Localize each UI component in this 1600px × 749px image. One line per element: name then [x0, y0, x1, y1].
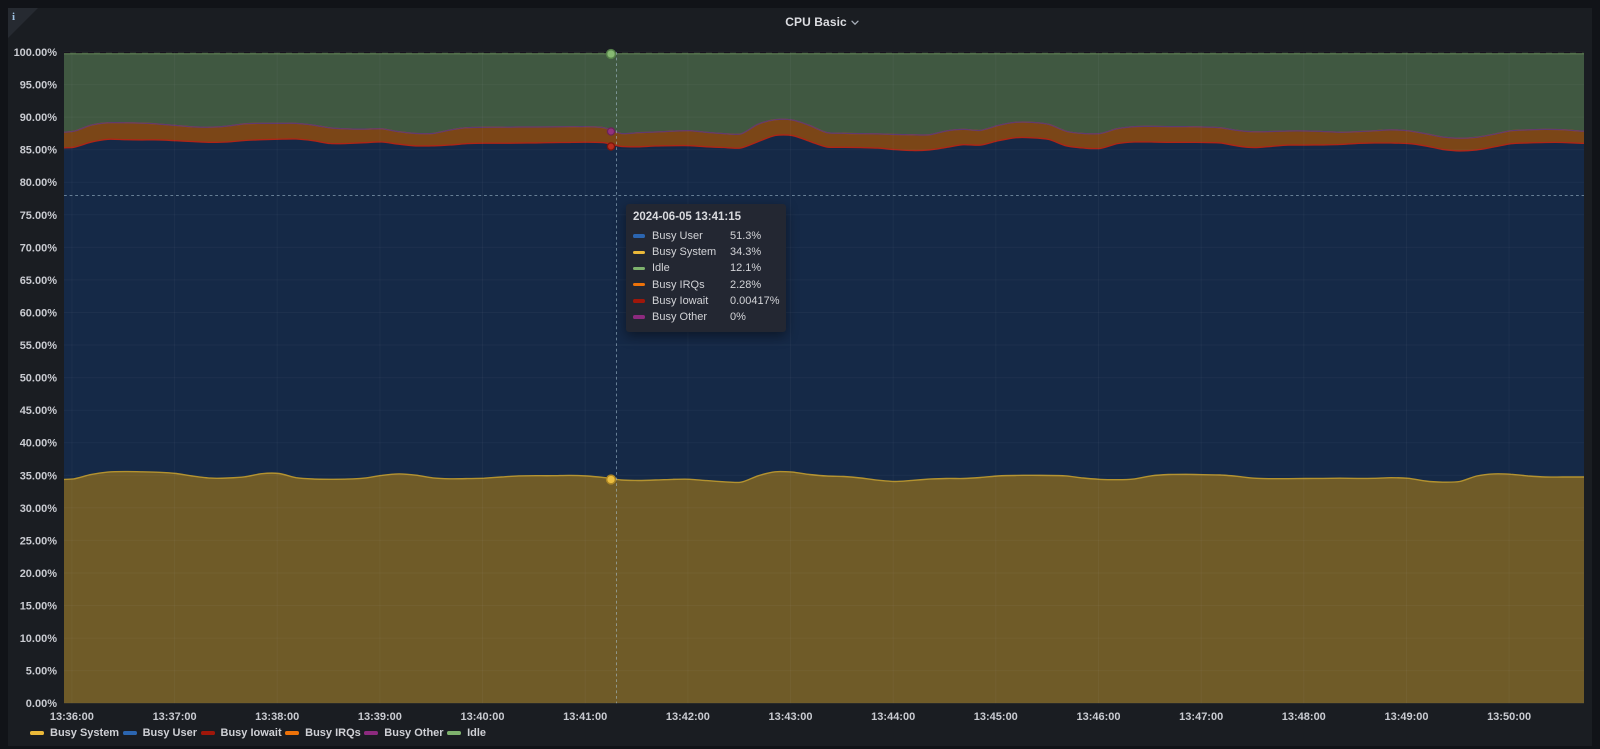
svg-text:13:41:00: 13:41:00 [563, 711, 607, 723]
svg-text:45.00%: 45.00% [20, 405, 58, 417]
svg-text:10.00%: 10.00% [20, 633, 58, 645]
svg-text:100.00%: 100.00% [14, 47, 58, 59]
svg-text:13:50:00: 13:50:00 [1487, 711, 1531, 723]
svg-text:65.00%: 65.00% [20, 275, 58, 287]
svg-text:13:36:00: 13:36:00 [50, 711, 94, 723]
svg-text:85.00%: 85.00% [20, 145, 58, 157]
svg-text:20.00%: 20.00% [20, 568, 58, 580]
svg-text:13:42:00: 13:42:00 [666, 711, 710, 723]
svg-text:50.00%: 50.00% [20, 373, 58, 385]
svg-text:13:38:00: 13:38:00 [255, 711, 299, 723]
svg-text:13:45:00: 13:45:00 [974, 711, 1018, 723]
svg-text:80.00%: 80.00% [20, 177, 58, 189]
svg-text:13:37:00: 13:37:00 [153, 711, 197, 723]
svg-text:13:44:00: 13:44:00 [871, 711, 915, 723]
svg-text:13:47:00: 13:47:00 [1179, 711, 1223, 723]
svg-text:40.00%: 40.00% [20, 438, 58, 450]
svg-text:13:39:00: 13:39:00 [358, 711, 402, 723]
svg-text:75.00%: 75.00% [20, 210, 58, 222]
svg-text:13:48:00: 13:48:00 [1282, 711, 1326, 723]
svg-text:35.00%: 35.00% [20, 470, 58, 482]
svg-text:60.00%: 60.00% [20, 308, 58, 320]
svg-text:0.00%: 0.00% [26, 698, 57, 710]
svg-text:13:49:00: 13:49:00 [1384, 711, 1428, 723]
svg-text:70.00%: 70.00% [20, 242, 58, 254]
svg-text:13:43:00: 13:43:00 [768, 711, 812, 723]
svg-text:13:46:00: 13:46:00 [1076, 711, 1120, 723]
svg-text:95.00%: 95.00% [20, 80, 58, 92]
svg-text:5.00%: 5.00% [26, 666, 57, 678]
svg-text:13:40:00: 13:40:00 [460, 711, 504, 723]
svg-text:25.00%: 25.00% [20, 535, 58, 547]
svg-text:55.00%: 55.00% [20, 340, 58, 352]
svg-text:15.00%: 15.00% [20, 601, 58, 613]
svg-text:30.00%: 30.00% [20, 503, 58, 515]
svg-text:90.00%: 90.00% [20, 112, 58, 124]
